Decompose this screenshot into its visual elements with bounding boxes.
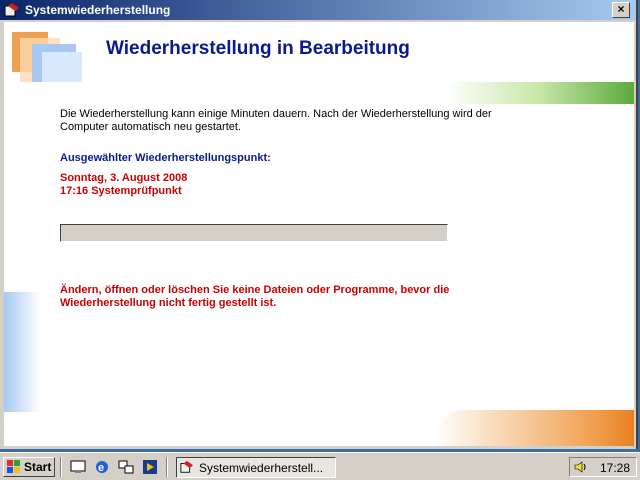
bottom-decoration: [434, 410, 634, 446]
close-button[interactable]: ×: [612, 2, 630, 18]
taskbar-button-label: Systemwiederherstell...: [199, 461, 324, 475]
warning-text: Ändern, öffnen oder löschen Sie keine Da…: [60, 284, 450, 309]
clock[interactable]: 17:28: [600, 461, 630, 475]
system-restore-icon: [4, 3, 19, 17]
wizard-logo-icon: [12, 32, 82, 86]
internet-explorer-icon[interactable]: e: [94, 459, 110, 475]
title-bar[interactable]: Systemwiederherstellung ×: [0, 0, 636, 20]
svg-text:e: e: [98, 462, 104, 474]
speaker-icon[interactable]: [574, 460, 588, 474]
restore-point-name: 17:16 Systemprüfpunkt: [60, 185, 182, 197]
restore-point-label: Ausgewählter Wiederherstellungspunkt:: [60, 152, 271, 164]
system-restore-window: Systemwiederherstellung × Wiederherstell…: [0, 0, 638, 449]
window-title: Systemwiederherstellung: [25, 3, 171, 17]
taskbar-separator: [60, 457, 62, 477]
system-tray: 17:28: [569, 457, 637, 477]
taskbar-separator: [166, 457, 168, 477]
restore-point-date: Sonntag, 3. August 2008: [60, 172, 188, 184]
left-decoration: [4, 292, 40, 412]
network-icon[interactable]: [118, 459, 134, 475]
taskbar: Start e Systemwiederherstell... 17:28: [0, 452, 640, 480]
start-label: Start: [24, 460, 52, 474]
page-title: Wiederherstellung in Bearbeitung: [106, 38, 410, 59]
system-restore-icon: [180, 460, 194, 473]
wizard-content: Wiederherstellung in Bearbeitung Die Wie…: [4, 22, 634, 446]
desktop-icon[interactable]: [70, 459, 86, 475]
taskbar-button-system-restore[interactable]: Systemwiederherstell...: [176, 457, 336, 478]
header-divider: [4, 82, 634, 104]
media-player-icon[interactable]: [142, 459, 158, 475]
intro-text: Die Wiederherstellung kann einige Minute…: [60, 108, 492, 133]
windows-logo-icon: [7, 460, 20, 473]
progress-bar: [60, 224, 448, 242]
start-button[interactable]: Start: [3, 457, 55, 477]
